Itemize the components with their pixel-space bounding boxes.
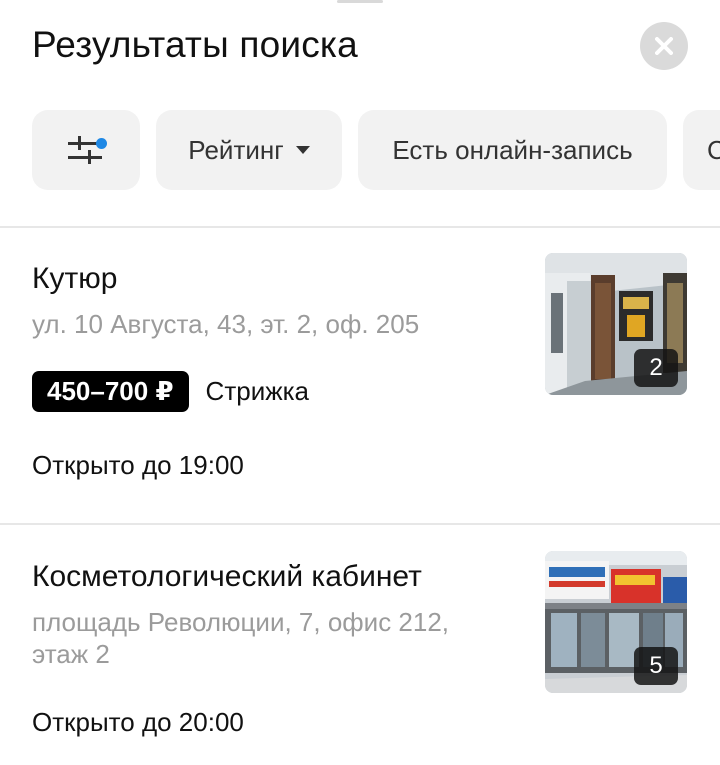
org-photo[interactable]: 2 bbox=[545, 253, 687, 395]
rating-label: Рейтинг bbox=[188, 134, 284, 165]
price-badge: 450–700 ₽ bbox=[32, 371, 189, 412]
next-filter-label: С bbox=[707, 134, 720, 165]
page-title: Результаты поиска bbox=[32, 24, 358, 65]
org-photo[interactable]: 5 bbox=[545, 551, 687, 693]
filter-settings-button[interactable] bbox=[32, 110, 140, 190]
sheet-grabber[interactable] bbox=[337, 0, 383, 3]
close-button[interactable] bbox=[640, 22, 688, 70]
photo-count-badge: 2 bbox=[634, 349, 678, 387]
divider bbox=[0, 523, 720, 525]
org-address: ул. 10 Августа, 43, эт. 2, оф. 205 bbox=[32, 309, 420, 339]
filter-bar: Рейтинг Есть онлайн-запись С bbox=[32, 110, 720, 190]
next-filter-chip[interactable]: С bbox=[683, 110, 720, 190]
opening-hours: Открыто до 19:00 bbox=[32, 450, 244, 480]
photo-count-badge: 5 bbox=[634, 647, 678, 685]
online-booking-label: Есть онлайн-запись bbox=[392, 134, 633, 165]
service-name: Стрижка bbox=[205, 376, 310, 406]
org-name[interactable]: Кутюр bbox=[32, 262, 117, 296]
rating-sort-button[interactable]: Рейтинг bbox=[156, 110, 342, 190]
close-icon bbox=[655, 37, 673, 55]
chevron-down-icon bbox=[295, 146, 310, 154]
opening-hours: Открыто до 20:00 bbox=[32, 707, 244, 737]
price-row: 450–700 ₽ Стрижка bbox=[32, 371, 309, 412]
org-address: площадь Революции, 7, офис 212, этаж 2 bbox=[32, 607, 450, 669]
online-booking-filter[interactable]: Есть онлайн-запись bbox=[358, 110, 667, 190]
org-name[interactable]: Косметологический кабинет bbox=[32, 560, 422, 594]
divider bbox=[0, 226, 720, 228]
active-filter-dot bbox=[96, 138, 107, 149]
